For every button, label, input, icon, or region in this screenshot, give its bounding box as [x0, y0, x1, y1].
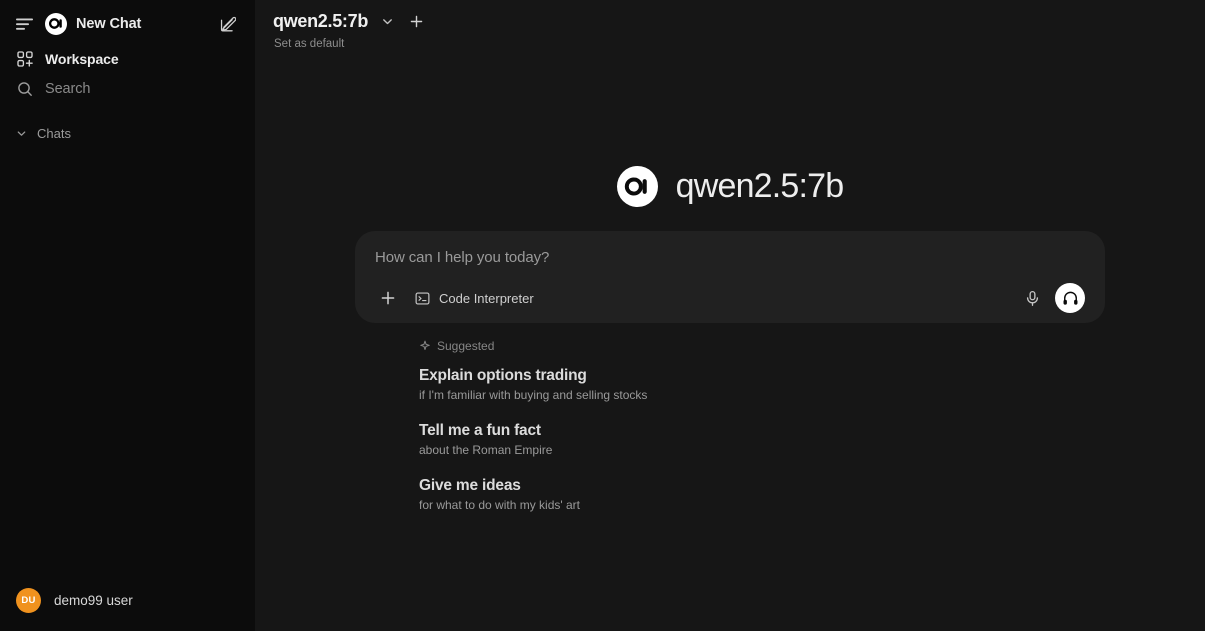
voice-call-button[interactable] [1055, 283, 1085, 313]
terminal-icon [415, 291, 430, 306]
suggestion-item[interactable]: Tell me a fun fact about the Roman Empir… [419, 422, 1105, 457]
avatar: DU [16, 587, 41, 613]
main-area: qwen2.5:7b Set as default qwen2.5:7b How… [255, 0, 1205, 631]
suggestion-title: Explain options trading [419, 367, 587, 384]
suggestion-subtitle: for what to do with my kids' art [419, 498, 581, 512]
suggestion-subtitle: if I'm familiar with buying and selling … [419, 388, 648, 402]
user-account-row[interactable]: DU demo99 user [6, 581, 249, 619]
pencil-square-icon[interactable] [215, 12, 239, 36]
message-composer[interactable]: How can I help you today? Code Interpret… [355, 231, 1105, 323]
model-selector-row: qwen2.5:7b [273, 9, 426, 33]
new-chat-label: New Chat [76, 15, 142, 32]
sidebar-section-chats[interactable]: Chats [0, 122, 255, 144]
suggestion-subtitle: about the Roman Empire [419, 443, 553, 457]
model-name-label[interactable]: qwen2.5:7b [273, 11, 368, 32]
sidebar: New Chat Workspace Search Chats DU demo9… [0, 0, 255, 631]
sidebar-chat-list [0, 144, 255, 581]
suggestion-title: Tell me a fun fact [419, 422, 541, 439]
tool-code-interpreter[interactable]: Code Interpreter [408, 285, 543, 311]
suggested-header: Suggested [419, 339, 1105, 353]
new-chat-plus-icon[interactable] [406, 11, 426, 31]
model-logo-icon [616, 166, 658, 207]
sidebar-item-label-workspace: Workspace [45, 51, 119, 67]
chat-landing: qwen2.5:7b How can I help you today? Cod… [255, 58, 1205, 631]
chat-input[interactable]: How can I help you today? [375, 249, 1085, 266]
grid-plus-icon [16, 50, 34, 68]
hero-block: qwen2.5:7b [616, 166, 845, 207]
tool-label: Code Interpreter [439, 290, 534, 306]
suggested-prompts: Suggested Explain options trading if I'm… [355, 339, 1105, 532]
user-name-label: demo99 user [54, 592, 133, 608]
sidebar-item-search[interactable]: Search [10, 74, 245, 104]
topbar: qwen2.5:7b Set as default [255, 0, 1205, 58]
composer-toolbar: Code Interpreter [375, 283, 1085, 313]
suggestion-item[interactable]: Explain options trading if I'm familiar … [419, 367, 1105, 402]
new-chat-row[interactable]: New Chat [10, 8, 245, 39]
search-icon [16, 80, 34, 98]
hamburger-icon[interactable] [16, 17, 36, 31]
sidebar-item-workspace[interactable]: Workspace [10, 44, 245, 74]
sparkle-icon [419, 340, 431, 352]
sidebar-section-label: Chats [37, 125, 71, 141]
chevron-down-icon [16, 128, 28, 139]
sidebar-nav: Workspace Search [0, 39, 255, 104]
app-logo-icon [45, 12, 67, 35]
composer-wrap: How can I help you today? Code Interpret… [355, 231, 1105, 323]
app-root: New Chat Workspace Search Chats DU demo9… [0, 0, 1205, 631]
chevron-down-icon[interactable] [377, 11, 397, 31]
sidebar-header: New Chat [0, 0, 255, 39]
attach-plus-icon[interactable] [375, 285, 401, 311]
sidebar-item-label-search: Search [45, 81, 91, 97]
suggestion-item[interactable]: Give me ideas for what to do with my kid… [419, 477, 1105, 512]
suggestion-title: Give me ideas [419, 477, 521, 494]
microphone-icon[interactable] [1019, 285, 1045, 311]
composer-actions [1019, 283, 1085, 313]
page-title: qwen2.5:7b [675, 167, 845, 205]
set-as-default-link[interactable]: Set as default [274, 38, 344, 50]
suggested-header-label: Suggested [437, 339, 495, 353]
